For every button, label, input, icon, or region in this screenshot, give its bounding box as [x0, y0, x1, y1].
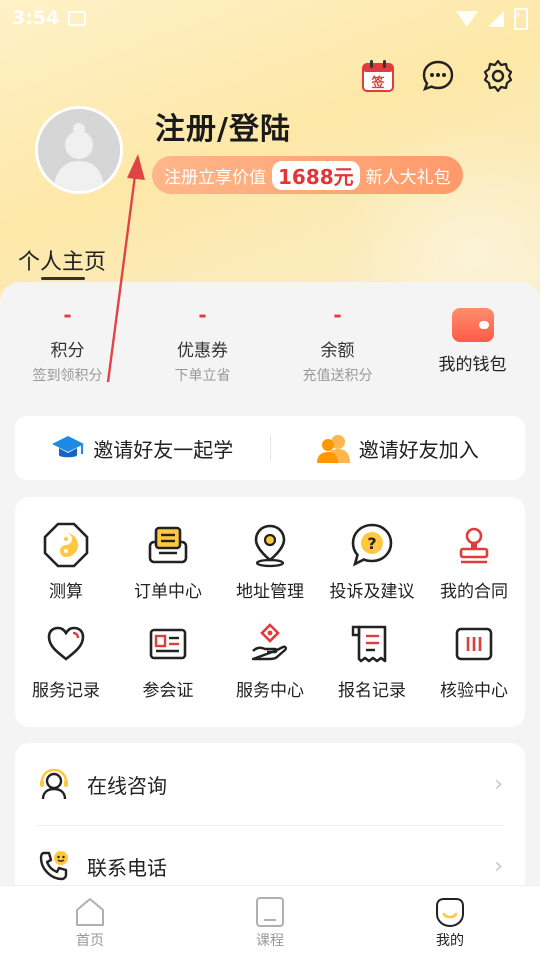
tab-label: 首页: [76, 933, 104, 949]
tab-label: 我的: [436, 933, 464, 949]
stat-coupons[interactable]: - 优惠券 下单立省: [135, 300, 270, 400]
service-item-verification[interactable]: 核验中心: [423, 620, 525, 701]
points-value: -: [63, 303, 72, 327]
stat-points[interactable]: - 积分 签到领积分: [0, 300, 135, 400]
status-indicators: [456, 8, 528, 30]
services-card: 测算 订单中心 地址管理 ? 投诉及建议 我的合同 服务记录 参会证 服务中心 …: [15, 497, 525, 727]
service-label: 订单中心: [134, 582, 202, 602]
chevron-right-icon: ›: [494, 771, 503, 797]
invite-study-button[interactable]: 邀请好友一起学: [15, 434, 270, 463]
invite-join-label: 邀请好友加入: [358, 437, 479, 462]
service-label: 服务中心: [236, 681, 304, 701]
wifi-icon: [456, 11, 478, 27]
bottom-tab-bar: 首页 课程 我的: [0, 885, 540, 961]
invite-study-label: 邀请好友一起学: [93, 437, 234, 462]
services-grid: 测算 订单中心 地址管理 ? 投诉及建议 我的合同 服务记录 参会证 服务中心 …: [15, 497, 525, 701]
chevron-right-icon: ›: [494, 853, 503, 879]
service-label: 我的合同: [440, 582, 508, 602]
points-subtitle: 签到领积分: [32, 368, 103, 384]
me-icon: [434, 896, 466, 928]
tab-courses[interactable]: 课程: [180, 886, 360, 961]
consult-icon: [37, 767, 71, 801]
avatar[interactable]: [35, 106, 123, 194]
balance-value: -: [333, 303, 342, 327]
service-label: 参会证: [142, 681, 194, 701]
bagua-icon: [42, 521, 90, 569]
course-icon: [254, 896, 286, 928]
promo-suffix: 新人大礼包: [365, 167, 451, 188]
graduation-cap-icon: [52, 436, 85, 458]
tab-indicator: [41, 277, 85, 280]
service-label: 报名记录: [338, 681, 406, 701]
service-label: 测算: [49, 582, 83, 602]
wallet-icon: [451, 300, 494, 342]
points-label: 积分: [50, 341, 85, 361]
service-item-calculate[interactable]: 测算: [15, 521, 117, 602]
sign-in-calendar-icon[interactable]: 签: [360, 58, 396, 94]
sign-badge-text: 签: [370, 75, 385, 91]
stamp-icon: [450, 521, 498, 569]
wallet-label: 我的钱包: [438, 355, 507, 375]
service-item-registrations[interactable]: 报名记录: [321, 620, 423, 701]
support-list: 在线咨询 › 联系电话 ›: [15, 743, 525, 903]
coupons-value: -: [198, 303, 207, 327]
battery-icon: [514, 8, 528, 30]
location-icon: [246, 521, 294, 569]
service-label: 地址管理: [236, 582, 304, 602]
message-icon[interactable]: [420, 58, 456, 94]
tab-home[interactable]: 首页: [0, 886, 180, 961]
service-label: 投诉及建议: [329, 582, 415, 602]
service-label: 服务记录: [32, 681, 100, 701]
balance-label: 余额: [320, 341, 355, 361]
status-bar: 3:54: [0, 0, 540, 38]
login-register-link[interactable]: 注册/登陆: [155, 104, 291, 148]
id-card-icon: [144, 620, 192, 668]
service-item-contracts[interactable]: 我的合同: [423, 521, 525, 602]
service-label: 核验中心: [440, 681, 508, 701]
phone-icon: [37, 849, 71, 883]
friends-icon: [316, 435, 350, 463]
tab-label: 课程: [256, 933, 284, 949]
home-icon: [74, 896, 106, 928]
personal-homepage-tab[interactable]: 个人主页: [18, 244, 106, 276]
signal-icon: [488, 11, 504, 27]
question-bubble-icon: ?: [348, 521, 396, 569]
tab-me[interactable]: 我的: [360, 886, 540, 961]
service-item-feedback[interactable]: ? 投诉及建议: [321, 521, 423, 602]
status-time: 3:54: [12, 7, 60, 29]
heart-icon: [42, 620, 90, 668]
hand-service-icon: [246, 620, 294, 668]
verify-icon: [450, 620, 498, 668]
service-item-service-center[interactable]: 服务中心: [219, 620, 321, 701]
avatar-placeholder-icon: [38, 109, 120, 191]
stat-balance[interactable]: - 余额 充值送积分: [270, 300, 405, 400]
image-notification-icon: [68, 11, 86, 26]
list-item-label: 联系电话: [87, 855, 167, 880]
service-item-address[interactable]: 地址管理: [219, 521, 321, 602]
receipt-icon: [348, 620, 396, 668]
new-user-promo-banner[interactable]: 注册立享价值 1688元 新人大礼包: [152, 156, 463, 194]
balance-subtitle: 充值送积分: [302, 368, 373, 384]
svg-text:?: ?: [367, 534, 376, 553]
service-item-badge[interactable]: 参会证: [117, 620, 219, 701]
settings-gear-icon[interactable]: [480, 58, 516, 94]
coupons-label: 优惠券: [177, 341, 228, 361]
order-icon: [144, 521, 192, 569]
service-item-orders[interactable]: 订单中心: [117, 521, 219, 602]
invite-card: 邀请好友一起学 邀请好友加入: [15, 416, 525, 480]
list-item-online-consult[interactable]: 在线咨询 ›: [15, 743, 525, 825]
list-item-label: 在线咨询: [87, 773, 167, 798]
account-stats: - 积分 签到领积分 - 优惠券 下单立省 - 余额 充值送积分 我的钱包: [0, 300, 540, 400]
my-wallet[interactable]: 我的钱包: [405, 300, 540, 400]
invite-join-button[interactable]: 邀请好友加入: [271, 433, 526, 463]
promo-amount: 1688元: [272, 160, 360, 190]
header-actions: 签: [360, 58, 516, 94]
coupons-subtitle: 下单立省: [174, 368, 231, 384]
promo-prefix: 注册立享价值: [164, 167, 266, 188]
service-item-records[interactable]: 服务记录: [15, 620, 117, 701]
